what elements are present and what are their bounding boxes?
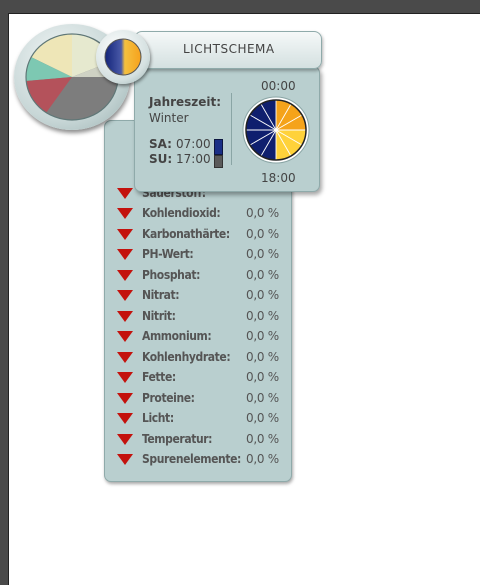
value-row[interactable]: Karbonathärte: 0,0 %: [105, 224, 291, 244]
value-row[interactable]: Spurenelemente: 0,0 %: [105, 449, 291, 469]
value-label: Fette:: [142, 370, 176, 384]
value-amount: 0,0 %: [246, 329, 279, 343]
value-row[interactable]: Temperatur: 0,0 %: [105, 429, 291, 449]
value-amount: 0,0 %: [246, 206, 279, 220]
value-label: Licht:: [142, 411, 174, 425]
value-label: Kohlendioxid:: [142, 206, 221, 220]
season-label: Jahreszeit:: [149, 95, 222, 109]
value-amount: 0,0 %: [246, 288, 279, 302]
divider: [231, 93, 232, 165]
window-left-border: [0, 0, 8, 585]
value-label: Kohlenhydrate:: [142, 349, 231, 364]
clock-top-time: 00:00: [261, 79, 296, 93]
light-schema-title: LICHTSCHEMA: [183, 42, 275, 56]
season-value[interactable]: Winter: [149, 111, 189, 125]
value-row[interactable]: Kohlendioxid: 0,0 %: [105, 203, 291, 223]
value-label: Ammonium:: [142, 329, 212, 343]
value-row[interactable]: Proteine: 0,0 %: [105, 388, 291, 408]
sunset-label: SU:: [149, 152, 173, 166]
triangle-down-icon[interactable]: [117, 310, 133, 322]
sunrise-label: SA:: [149, 137, 172, 151]
value-amount: 0,0 %: [246, 308, 279, 323]
triangle-down-icon[interactable]: [117, 228, 133, 240]
triangle-down-icon[interactable]: [117, 290, 133, 301]
value-amount: 0,0 %: [246, 247, 279, 261]
triangle-down-icon[interactable]: [117, 269, 133, 281]
triangle-down-icon[interactable]: [117, 372, 133, 383]
value-amount: 0,0 %: [246, 349, 279, 364]
value-amount: 0,0 %: [246, 267, 279, 282]
value-label: Nitrit:: [142, 308, 176, 323]
triangle-down-icon[interactable]: [117, 433, 133, 445]
value-row[interactable]: Phosphat: 0,0 %: [105, 265, 291, 285]
sunset-indicator[interactable]: [214, 155, 223, 168]
triangle-down-icon[interactable]: [117, 188, 133, 199]
sunrise-time[interactable]: 07:00: [176, 137, 211, 151]
triangle-down-icon[interactable]: [117, 351, 133, 363]
value-amount: 0,0 %: [246, 431, 279, 446]
value-label: Phosphat:: [142, 267, 201, 282]
triangle-down-icon[interactable]: [117, 413, 133, 424]
value-amount: 0,0 %: [246, 226, 279, 241]
value-row[interactable]: Licht: 0,0 %: [105, 408, 291, 428]
triangle-down-icon[interactable]: [117, 249, 133, 260]
light-schema-panel: 00:00 Jahreszeit: Winter SA: 07:00 SU: 1…: [134, 66, 320, 192]
value-label: Temperatur:: [142, 431, 213, 446]
triangle-down-icon[interactable]: [117, 208, 133, 219]
sun-moon-icon: [104, 38, 142, 76]
value-label: Karbonathärte:: [142, 226, 230, 241]
value-label: Proteine:: [142, 390, 195, 405]
day-night-clock-icon[interactable]: [242, 96, 310, 164]
value-label: Spurenelemente:: [142, 452, 241, 466]
value-amount: 0,0 %: [246, 370, 279, 384]
value-row[interactable]: Nitrit: 0,0 %: [105, 306, 291, 326]
triangle-down-icon[interactable]: [117, 392, 133, 404]
triangle-down-icon[interactable]: [117, 454, 133, 465]
value-amount: 0,0 %: [246, 452, 279, 466]
value-row[interactable]: Kohlenhydrate: 0,0 %: [105, 347, 291, 367]
sunrise-indicator[interactable]: [214, 139, 223, 155]
value-row[interactable]: PH-Wert: 0,0 %: [105, 244, 291, 264]
value-row[interactable]: Nitrat: 0,0 %: [105, 285, 291, 305]
window-top-bar: [0, 0, 480, 13]
value-label: Nitrat:: [142, 288, 180, 302]
light-schema-tab[interactable]: LICHTSCHEMA: [134, 31, 322, 69]
value-label: PH-Wert:: [142, 247, 194, 261]
clock-bottom-time: 18:00: [261, 171, 296, 185]
sunset-time[interactable]: 17:00: [176, 152, 211, 166]
triangle-down-icon[interactable]: [117, 331, 133, 342]
value-row[interactable]: Ammonium: 0,0 %: [105, 326, 291, 346]
value-row[interactable]: Fette: 0,0 %: [105, 367, 291, 387]
sun-moon-orb[interactable]: [96, 30, 150, 84]
value-amount: 0,0 %: [246, 390, 279, 405]
value-amount: 0,0 %: [246, 411, 279, 425]
